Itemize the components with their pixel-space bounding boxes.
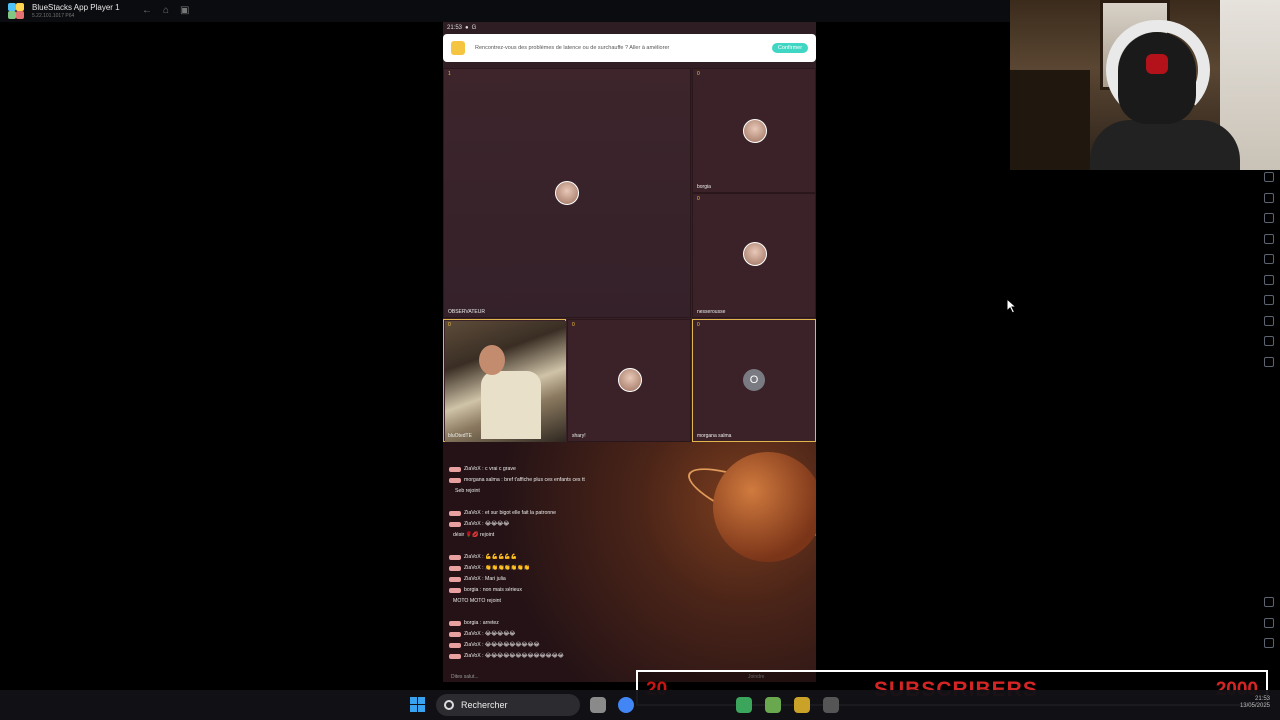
task-view-icon[interactable] (590, 697, 606, 713)
confirm-button[interactable]: Confirmer (772, 43, 808, 53)
chat-message: Seb rejoint (455, 488, 480, 494)
taskbar-search[interactable]: Rechercher (436, 694, 580, 716)
search-icon (444, 700, 454, 710)
settings-icon[interactable] (1264, 597, 1274, 607)
seat-tile-2[interactable]: 0 borgia (692, 68, 816, 193)
chat-message: ZiaVoX : et sur bigot elle fait la patro… (449, 510, 556, 516)
windows-taskbar: Rechercher 21:53 13/05/2025 (0, 690, 1280, 720)
g-icon: G (471, 25, 477, 31)
search-label: Rechercher (461, 700, 508, 710)
seat-tile-4[interactable]: 0 bluOtedTE (443, 319, 566, 442)
chat-message: borgia : non mais sérieux (449, 587, 522, 593)
avatar[interactable] (618, 368, 642, 392)
sync-icon[interactable] (1264, 356, 1274, 367)
clock-time: 21:53 (1254, 696, 1270, 702)
multi-instance-icon[interactable]: ▣ (180, 5, 189, 16)
app-version: 5.22.101.1017 P64 (32, 12, 75, 19)
home-icon[interactable]: ⌂ (163, 5, 169, 16)
windows-start-icon[interactable] (410, 697, 426, 713)
seat-tile-3[interactable]: 0 nesserousse (692, 193, 816, 318)
seat-label: morgana salma (697, 433, 732, 439)
chat-message: borgia : arretez (449, 620, 499, 626)
android-statusbar: 21:53 ● G (443, 22, 816, 34)
cap-logo-icon (1146, 54, 1168, 74)
seat-tile-1[interactable]: 1 OBSERVATEUR (443, 68, 691, 318)
bluestacks-logo-icon (8, 3, 26, 19)
notification-banner[interactable]: Rencontrez-vous des problèmes de latence… (443, 34, 816, 62)
banner-app-icon (451, 41, 465, 55)
chat-message: désir 🌹💋 rejoint (453, 532, 495, 538)
chat-message: morgana salma : bref t'affiche plus ces … (449, 477, 585, 483)
chrome-icon[interactable] (618, 697, 634, 713)
system-tray[interactable]: 21:53 13/05/2025 (1240, 696, 1270, 710)
bluestacks-taskbar-icon[interactable] (765, 697, 781, 713)
chat-message: ZiaVoX : 😂😂😂😂😂 (449, 631, 515, 637)
bluestacks-sidebar (1258, 172, 1280, 672)
video-feed (445, 321, 566, 442)
android-screen: 21:53 ● G Rencontrez-vous des problèmes … (443, 22, 816, 682)
screenshot-icon[interactable] (1264, 213, 1274, 223)
avatar[interactable] (743, 242, 767, 266)
notification-icon: ● (465, 25, 469, 31)
avatar[interactable] (555, 181, 579, 205)
chat-message: ZiaVoX : 😂😂😂😂😂😂😂😂😂😂😂😂😂 (449, 653, 564, 659)
clock-date: 13/05/2025 (1239, 703, 1270, 710)
location-icon[interactable] (1264, 315, 1274, 326)
chat-message: ZiaVoX : 😂😂😂😂😂😂😂😂😂 (449, 642, 540, 648)
seat-label: nesserousse (697, 309, 726, 315)
status-time: 21:53 (447, 25, 463, 31)
desktop: BlueStacks App Player 1 5.22.101.1017 P6… (0, 0, 1280, 720)
media-icon[interactable] (1264, 233, 1274, 244)
app-title: BlueStacks App Player 1 (32, 2, 120, 12)
chat-message: ZiaVoX : 💪💪💪💪💪 (449, 554, 517, 560)
chat-message: MOTO MOTO rejoint (453, 598, 501, 604)
avatar[interactable] (743, 119, 767, 143)
steam-icon[interactable] (823, 697, 839, 713)
avatar[interactable]: O (743, 369, 765, 391)
webcam-feed (1010, 0, 1280, 170)
controls-icon[interactable] (1264, 254, 1274, 264)
seat-label: bluOtedTE (448, 433, 472, 439)
eco-icon[interactable] (1264, 295, 1274, 305)
home-sidebar-icon[interactable] (1264, 638, 1274, 648)
app-icon[interactable] (736, 697, 752, 713)
chat-message: ZiaVoX : c vrai c grave (449, 466, 516, 472)
planet-decoration (713, 452, 816, 562)
back-arrow-icon[interactable]: ← (142, 5, 152, 16)
rotate-icon[interactable] (1264, 274, 1274, 285)
app-icon[interactable] (794, 697, 810, 713)
layers-icon[interactable] (1264, 336, 1274, 346)
chat-message: ZiaVoX : 👏👏👏👏👏👏👏 (449, 565, 530, 571)
back-icon[interactable] (1264, 617, 1274, 628)
seat-tile-6[interactable]: 0 O morgana salma (692, 319, 816, 442)
seat-label: borgia (697, 184, 711, 190)
banner-text: Rencontrez-vous des problèmes de latence… (475, 45, 670, 51)
performance-icon[interactable] (1264, 172, 1274, 182)
seat-label: shary! (572, 433, 586, 439)
chat-input[interactable]: Dites salut... (451, 674, 479, 680)
seat-label: OBSERVATEUR (448, 309, 485, 315)
chat-message: ZiaVoX : 😂😂😂😂 (449, 521, 509, 527)
camera-icon[interactable] (1264, 192, 1274, 203)
chat-area: ZiaVoX : c vrai c grave morgana salma : … (443, 442, 816, 682)
chat-message: ZiaVoX : Mari julia (449, 576, 506, 582)
seat-tile-5[interactable]: 0 shary! (567, 319, 691, 442)
